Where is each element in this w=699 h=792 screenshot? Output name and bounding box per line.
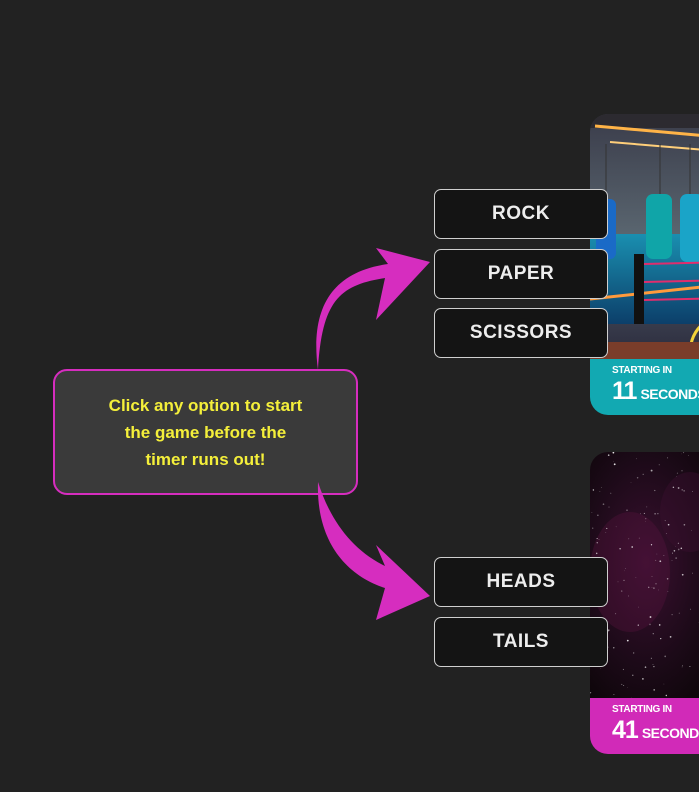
curved-arrow-up-icon	[316, 248, 430, 370]
option-button-scissors[interactable]: SCISSORS	[434, 308, 608, 358]
option-button-heads[interactable]: HEADS	[434, 557, 608, 607]
arrow-graphics	[316, 248, 430, 620]
option-button-tails[interactable]: TAILS	[434, 617, 608, 667]
option-button-paper[interactable]: PAPER	[434, 249, 608, 299]
curved-arrow-down-icon	[317, 482, 430, 620]
option-button-rock[interactable]: ROCK	[434, 189, 608, 239]
